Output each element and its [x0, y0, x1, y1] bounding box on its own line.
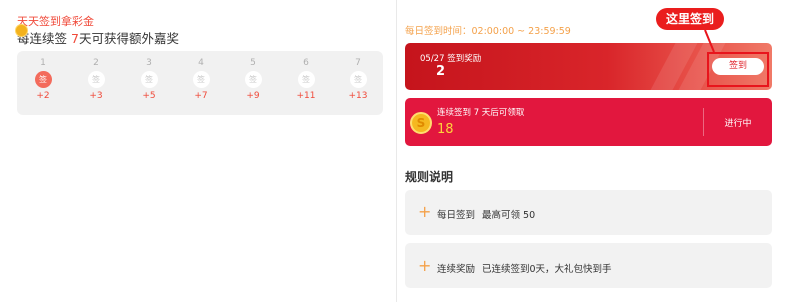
- streak-reward-label: 连续签到 7 天后可领取: [437, 108, 525, 118]
- day-bonus: +11: [296, 91, 316, 101]
- rule-desc: 最高可领 50: [482, 210, 536, 221]
- panel-title: 天天签到拿彩金: [17, 15, 94, 28]
- day-bonus: +5: [142, 91, 156, 101]
- day-sign-icon: 签: [192, 71, 210, 88]
- rule-text: 连续奖励 已连续签到0天，大礼包快到手: [437, 261, 612, 275]
- daily-reward-value: 2: [436, 64, 446, 79]
- panel-divider: [396, 0, 397, 302]
- dollar-coin-icon: S: [410, 112, 432, 134]
- rule-name: 每日签到: [437, 210, 476, 221]
- sign-in-days-strip: 1 签 +2 2 签 +3 3 签 +5 4 签 +7 5 签 +9 6 签 +…: [17, 51, 383, 115]
- day-1: 1 签 +2: [23, 51, 63, 115]
- day-number: 2: [93, 58, 99, 68]
- streak-divider: [703, 108, 704, 136]
- day-bonus: +7: [194, 91, 208, 101]
- sign-in-time-info: 每日签到时间：02:00:00 ~ 23:59:59: [405, 26, 571, 37]
- day-bonus: +13: [348, 91, 368, 101]
- day-number: 4: [198, 58, 204, 68]
- day-sign-icon: 签: [244, 71, 262, 88]
- sign-in-highlight-box: [707, 52, 769, 87]
- rule-text: 每日签到 最高可领 50: [437, 207, 535, 221]
- day-5: 5 签 +9: [233, 51, 273, 115]
- signed-day-icon: 签: [34, 71, 52, 88]
- day-7: 7 签 +13: [338, 51, 378, 115]
- callout-pointer: [704, 30, 715, 52]
- plus-icon: +: [418, 256, 432, 275]
- subtitle-days: 7: [70, 31, 79, 46]
- plus-icon: +: [418, 202, 432, 221]
- subtitle-suffix: 天可获得额外嘉奖: [78, 31, 179, 46]
- day-6: 6 签 +11: [286, 51, 326, 115]
- panel-subtitle: 每连续签 7天可获得额外嘉奖: [17, 28, 179, 47]
- rules-heading: 规则说明: [405, 170, 454, 184]
- callout-badge: 这里签到: [656, 8, 724, 30]
- day-number: 5: [250, 58, 256, 68]
- day-3: 3 签 +5: [129, 51, 169, 115]
- day-sign-icon: 签: [140, 71, 158, 88]
- day-sign-icon: 签: [87, 71, 105, 88]
- day-2: 2 签 +3: [76, 51, 116, 115]
- day-sign-icon: 签: [297, 71, 315, 88]
- coin-icon: [15, 24, 28, 37]
- day-bonus: +9: [246, 91, 260, 101]
- day-number: 3: [146, 58, 152, 68]
- day-number: 6: [303, 58, 309, 68]
- streak-status: 进行中: [724, 119, 752, 129]
- day-4: 4 签 +7: [181, 51, 221, 115]
- rule-desc: 已连续签到0天，大礼包快到手: [482, 264, 612, 275]
- day-bonus: +2: [36, 91, 50, 101]
- day-sign-icon: 签: [349, 71, 367, 88]
- day-number: 7: [355, 58, 361, 68]
- day-bonus: +3: [89, 91, 103, 101]
- left-panel: 天天签到拿彩金 每连续签 7天可获得额外嘉奖 1 签 +2 2 签 +3 3 签…: [0, 0, 396, 302]
- daily-reward-label: 05/27 签到奖励: [420, 54, 482, 64]
- streak-reward-value: 18: [437, 122, 454, 137]
- rule-name: 连续奖励: [437, 264, 476, 275]
- day-number: 1: [40, 58, 46, 68]
